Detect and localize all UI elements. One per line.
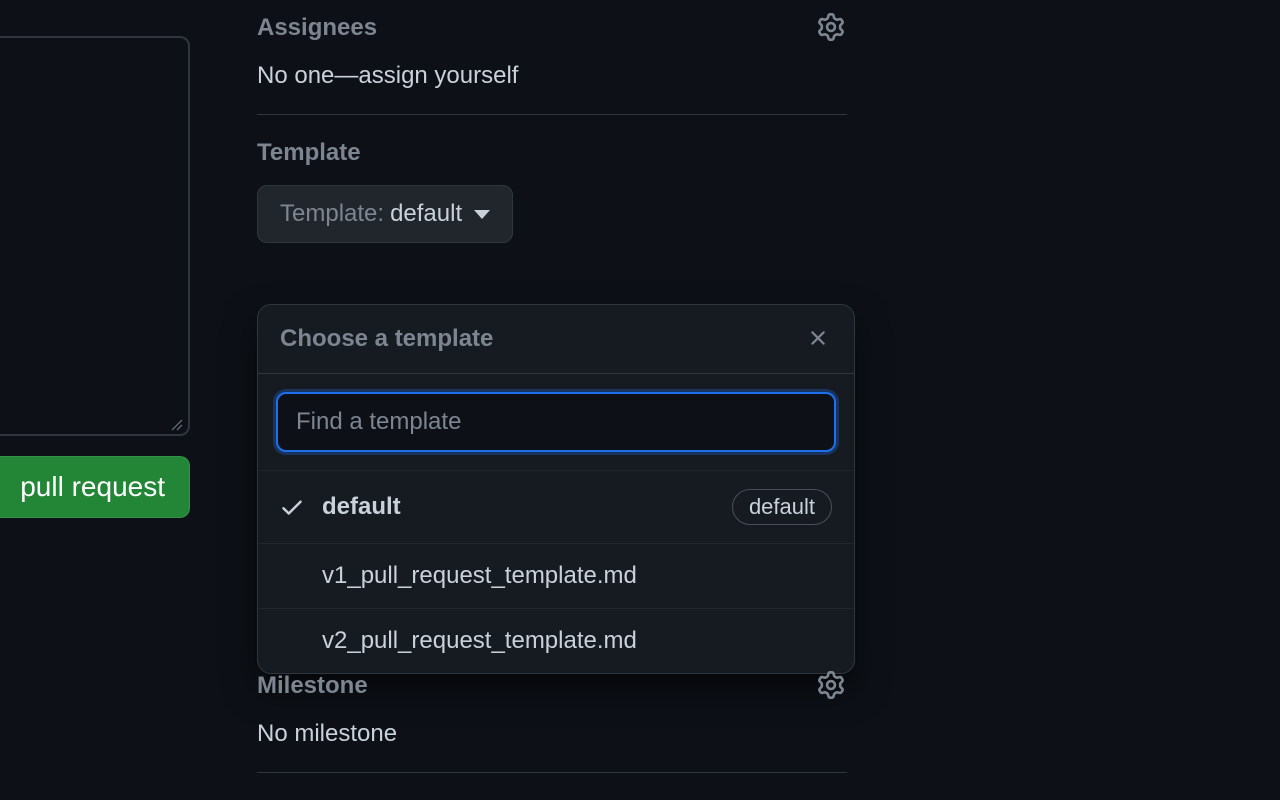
create-pull-request-button[interactable]: pull request (0, 456, 190, 518)
gear-icon (817, 13, 845, 44)
template-option-label: default (322, 493, 718, 521)
assignees-header: Assignees (257, 12, 847, 44)
caret-down-icon (474, 210, 490, 219)
template-list: default default v1_pull_request_template… (258, 471, 854, 673)
create-pull-request-label: pull request (20, 471, 165, 503)
default-badge: default (732, 489, 832, 525)
assignees-body: No one—assign yourself (257, 62, 847, 90)
template-selector-button[interactable]: Template: default (257, 185, 513, 243)
sidebar: Assignees No one—assign yourself Templat… (257, 12, 847, 291)
resize-handle-icon (170, 418, 184, 432)
milestone-none-text: No milestone (257, 720, 397, 747)
milestone-section: Milestone No milestone (257, 670, 847, 773)
template-option-default[interactable]: default default (258, 471, 854, 544)
popover-search-wrap (258, 374, 854, 471)
assign-yourself-link[interactable]: assign yourself (358, 62, 518, 89)
assignees-title: Assignees (257, 14, 377, 42)
template-option-v2[interactable]: v2_pull_request_template.md (258, 609, 854, 673)
milestone-header: Milestone (257, 670, 847, 702)
template-option-v1[interactable]: v1_pull_request_template.md (258, 544, 854, 609)
assignees-none-text: No one— (257, 62, 358, 89)
gear-icon (817, 671, 845, 702)
popover-close-button[interactable] (804, 325, 832, 353)
template-section: Template Template: default (257, 139, 847, 267)
template-option-label: v2_pull_request_template.md (322, 627, 832, 655)
template-option-label: v1_pull_request_template.md (322, 562, 832, 590)
description-textarea[interactable] (0, 36, 190, 436)
milestone-area: Milestone No milestone (257, 670, 847, 797)
assignees-section: Assignees No one—assign yourself (257, 12, 847, 115)
check-icon (276, 494, 308, 520)
template-selector-value: default (390, 200, 462, 228)
template-header: Template (257, 139, 847, 167)
assignees-settings-button[interactable] (815, 12, 847, 44)
template-popover: Choose a template default default v1_pul… (257, 304, 855, 674)
close-icon (806, 326, 830, 353)
template-selector-label: Template: (280, 200, 384, 228)
milestone-title: Milestone (257, 672, 368, 700)
milestone-body: No milestone (257, 720, 847, 748)
milestone-settings-button[interactable] (815, 670, 847, 702)
template-title: Template (257, 139, 361, 167)
template-search-input[interactable] (276, 392, 836, 452)
popover-title: Choose a template (280, 325, 493, 353)
popover-header: Choose a template (258, 305, 854, 374)
